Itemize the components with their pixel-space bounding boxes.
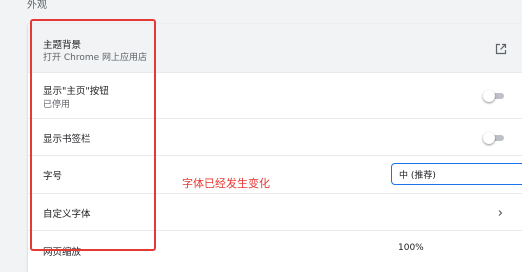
settings-page: 外观 主题背景 打开 Chrome 网上应用店 显示"主页"按钮 已停用 显示书… — [0, 0, 522, 272]
annotation-text: 字体已经发生变化 — [182, 177, 270, 190]
home-button-toggle[interactable] — [483, 90, 505, 102]
toggle-knob — [483, 132, 495, 144]
page-zoom-value: 100% — [398, 243, 424, 253]
custom-fonts-row[interactable]: 自定义字体 — [28, 193, 522, 230]
bookmarks-bar-label: 显示书签栏 — [43, 134, 91, 145]
external-link-icon[interactable] — [495, 43, 507, 55]
theme-row[interactable]: 主题背景 打开 Chrome 网上应用店 — [28, 24, 522, 72]
page-zoom-select[interactable]: 100% — [391, 239, 522, 261]
page-zoom-label: 网页缩放 — [43, 247, 82, 258]
font-size-value: 中 (推荐) — [399, 171, 436, 181]
bookmarks-bar-row: 显示书签栏 — [28, 118, 522, 155]
font-size-select[interactable]: 中 (推荐) — [391, 163, 522, 185]
theme-label: 主题背景 — [43, 40, 82, 51]
chevron-right-icon — [498, 210, 503, 216]
home-button-row: 显示"主页"按钮 已停用 — [28, 72, 522, 118]
home-button-sublabel: 已停用 — [43, 100, 71, 110]
toggle-knob — [483, 90, 495, 102]
page-zoom-row: 网页缩放 100% — [28, 230, 522, 272]
font-size-row: 字号 中 (推荐) — [28, 155, 522, 193]
custom-fonts-label: 自定义字体 — [43, 209, 91, 220]
appearance-section-title: 外观 — [27, 0, 47, 11]
bookmarks-bar-toggle[interactable] — [483, 132, 505, 144]
appearance-card: 主题背景 打开 Chrome 网上应用店 显示"主页"按钮 已停用 显示书签栏 — [28, 24, 522, 272]
home-button-label: 显示"主页"按钮 — [43, 86, 109, 97]
font-size-label: 字号 — [43, 171, 63, 182]
theme-sublabel: 打开 Chrome 网上应用店 — [43, 53, 148, 63]
